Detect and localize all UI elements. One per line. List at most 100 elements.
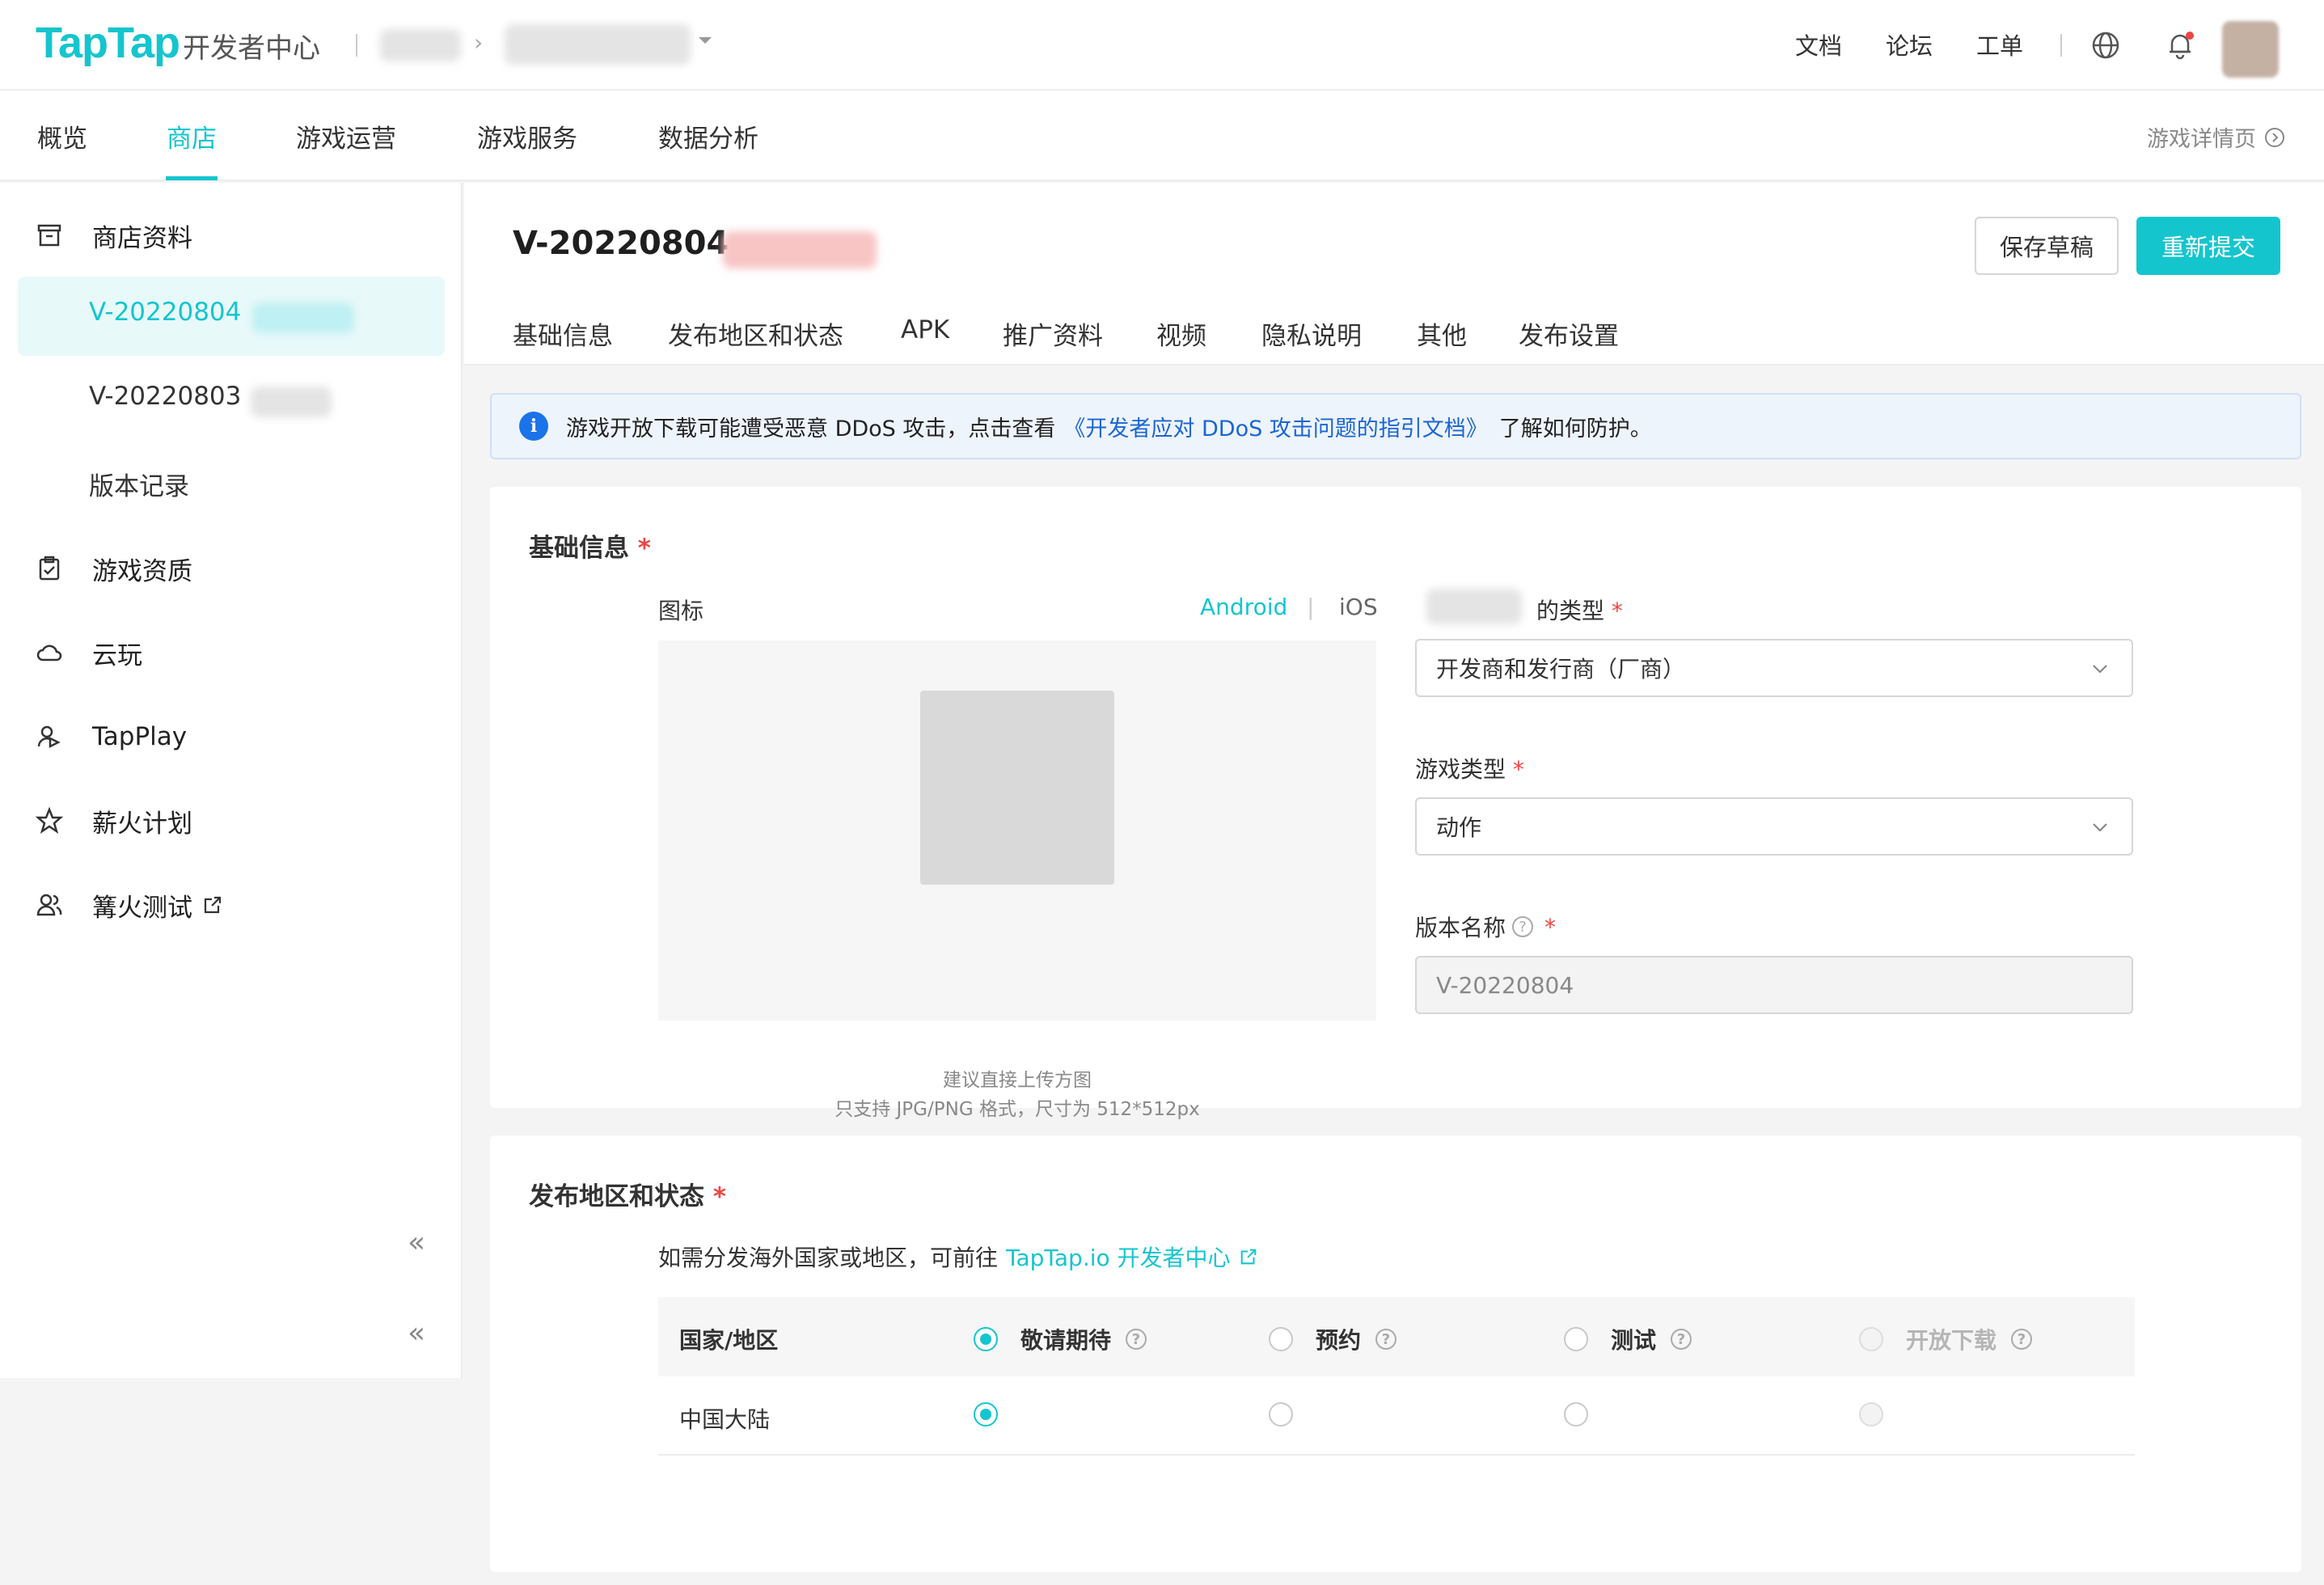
- table-row: 中国大陆: [658, 1376, 2135, 1456]
- radio-coming-soon[interactable]: [974, 1402, 998, 1426]
- version-name-label-text: 版本名称: [1415, 915, 1506, 941]
- sidebar-item-qualification[interactable]: 游戏资质: [36, 548, 192, 589]
- section-title: 基础信息 *: [529, 527, 651, 564]
- game-detail-link[interactable]: 游戏详情页: [2147, 121, 2285, 153]
- tab-game-ops[interactable]: 游戏运营: [296, 118, 396, 154]
- globe-icon[interactable]: [2089, 29, 2122, 61]
- required-mark: *: [1611, 598, 1623, 624]
- sidebar-item-cloud-play[interactable]: 云玩: [36, 632, 142, 673]
- page-title: V-20220804: [513, 225, 729, 262]
- blurred-label-prefix: [1426, 589, 1522, 624]
- sidebar-item-bonfire-test[interactable]: 篝火测试: [36, 885, 223, 925]
- resubmit-button[interactable]: 重新提交: [2136, 217, 2280, 275]
- help-icon[interactable]: ?: [1671, 1329, 1692, 1350]
- radio-reserve-all[interactable]: [1269, 1327, 1293, 1351]
- blurred-game-selector[interactable]: [505, 24, 691, 65]
- tab-store[interactable]: 商店: [167, 118, 217, 154]
- platform-separator: |: [1307, 594, 1315, 620]
- store-icon: [36, 222, 68, 249]
- required-mark: *: [1544, 913, 1557, 940]
- upload-hint: 建议直接上传方图: [943, 1070, 1092, 1091]
- tab-basic-info[interactable]: 基础信息: [513, 315, 613, 352]
- taptap-io-link[interactable]: TapTap.io 开发者中心: [1006, 1241, 1231, 1273]
- section-title-text: 发布地区和状态: [529, 1182, 704, 1211]
- sidebar-item-spark-plan[interactable]: 薪火计划: [36, 801, 192, 841]
- sidebar-item-label: 游戏资质: [92, 556, 192, 586]
- tab-data-analysis[interactable]: 数据分析: [658, 118, 758, 154]
- region-name: 中国大陆: [679, 1406, 771, 1433]
- sidebar-item-tapplay[interactable]: TapPlay: [36, 716, 187, 757]
- radio-testing[interactable]: [1564, 1402, 1588, 1426]
- col-testing-label: 测试: [1611, 1327, 1657, 1354]
- bell-icon[interactable]: [2162, 27, 2198, 63]
- basic-info-card: 基础信息 * 图标 Android | iOS 建议直接上传方图 只支持 JPG…: [490, 487, 2301, 1120]
- radio-reserve[interactable]: [1269, 1402, 1293, 1426]
- save-draft-button[interactable]: 保存草稿: [1975, 217, 2119, 275]
- platform-android-tab[interactable]: Android: [1200, 594, 1287, 620]
- icon-upload-area[interactable]: 建议直接上传方图 只支持 JPG/PNG 格式，尺寸为 512*512px: [658, 640, 1376, 1120]
- tab-apk[interactable]: APK: [901, 315, 949, 344]
- chevron-circle-right-icon: [2265, 127, 2284, 147]
- ddos-guide-link[interactable]: 《开发者应对 DDoS 攻击问题的指引文档》: [1063, 411, 1487, 442]
- version-name-input[interactable]: V-20220804: [1415, 956, 2133, 1014]
- sidebar-version-prev[interactable]: V-20220803: [89, 382, 241, 411]
- tab-privacy[interactable]: 隐私说明: [1261, 315, 1362, 352]
- help-icon[interactable]: ?: [1375, 1329, 1397, 1350]
- sidebar-item-label: 篝火测试: [92, 893, 192, 923]
- docs-link[interactable]: 文档: [1795, 27, 1842, 61]
- tab-release-settings[interactable]: 发布设置: [1519, 315, 1619, 352]
- tapplay-icon: [36, 723, 68, 750]
- star-icon: [36, 807, 68, 835]
- sidebar-version-current[interactable]: V-20220804: [89, 298, 241, 327]
- radio-open-download: [1859, 1402, 1883, 1426]
- release-region-card: 发布地区和状态 * 如需分发海外国家或地区，可前往 TapTap.io 开发者中…: [490, 1135, 2301, 1572]
- cloud-icon: [36, 639, 68, 666]
- divider: [2060, 34, 2062, 57]
- help-icon[interactable]: ?: [1126, 1329, 1147, 1350]
- sidebar-item-label: 薪火计划: [92, 809, 192, 839]
- clipboard-check-icon: [36, 555, 68, 582]
- external-link-icon: [204, 896, 222, 914]
- col-reserve[interactable]: 预约 ?: [1269, 1323, 1397, 1355]
- help-icon[interactable]: ?: [2011, 1329, 2033, 1350]
- help-icon[interactable]: ?: [1512, 916, 1534, 937]
- company-type-select[interactable]: 开发商和发行商（厂商）: [1415, 639, 2133, 697]
- sidebar-item-label: TapPlay: [92, 722, 188, 751]
- tab-game-services[interactable]: 游戏服务: [477, 118, 577, 154]
- col-testing[interactable]: 测试 ?: [1564, 1323, 1692, 1355]
- row-open-download-cell: [1859, 1402, 1906, 1426]
- chevron-right-icon: ›: [474, 29, 484, 56]
- caret-down-icon[interactable]: [697, 36, 713, 45]
- row-testing-cell: [1564, 1402, 1611, 1426]
- type-label-text: 的类型: [1536, 598, 1605, 624]
- blurred-version-status: [723, 231, 877, 268]
- col-reserve-label: 预约: [1316, 1327, 1362, 1354]
- section-title: 发布地区和状态 *: [529, 1176, 726, 1212]
- required-mark: *: [637, 534, 652, 563]
- radio-testing-all[interactable]: [1564, 1327, 1588, 1351]
- game-type-select[interactable]: 动作: [1415, 797, 2133, 856]
- sidebar-item-store[interactable]: 商店资料: [36, 215, 192, 256]
- icon-placeholder: [920, 691, 1114, 885]
- avatar[interactable]: [2222, 21, 2279, 78]
- tab-other[interactable]: 其他: [1417, 315, 1467, 352]
- col-coming-soon[interactable]: 敬请期待 ?: [974, 1323, 1147, 1355]
- forum-link[interactable]: 论坛: [1886, 27, 1933, 61]
- platform-ios-tab[interactable]: iOS: [1339, 594, 1378, 620]
- blurred-studio-name[interactable]: [380, 29, 461, 61]
- banner-text-end: 了解如何防护。: [1498, 416, 1652, 442]
- tab-promo-material[interactable]: 推广资料: [1003, 315, 1103, 352]
- collapse-sidebar-icon[interactable]: «: [408, 1226, 425, 1259]
- collapse-sidebar-icon[interactable]: «: [408, 1317, 425, 1350]
- sidebar: 商店资料 V-20220804 V-20220803 版本记录 游戏资质 云玩 …: [0, 183, 463, 1378]
- col-region: 国家/地区: [679, 1327, 779, 1354]
- tab-overview[interactable]: 概览: [37, 118, 87, 154]
- sidebar-item-label: 商店资料: [92, 223, 192, 253]
- upload-hint-format: 只支持 JPG/PNG 格式，尺寸为 512*512px: [835, 1099, 1200, 1120]
- tab-video[interactable]: 视频: [1156, 315, 1206, 352]
- taptap-logo[interactable]: TapTap: [36, 18, 180, 68]
- ticket-link[interactable]: 工单: [1976, 27, 2023, 61]
- tab-release-region[interactable]: 发布地区和状态: [668, 315, 843, 352]
- radio-coming-soon-all[interactable]: [974, 1327, 998, 1351]
- sidebar-version-history[interactable]: 版本记录: [89, 466, 189, 502]
